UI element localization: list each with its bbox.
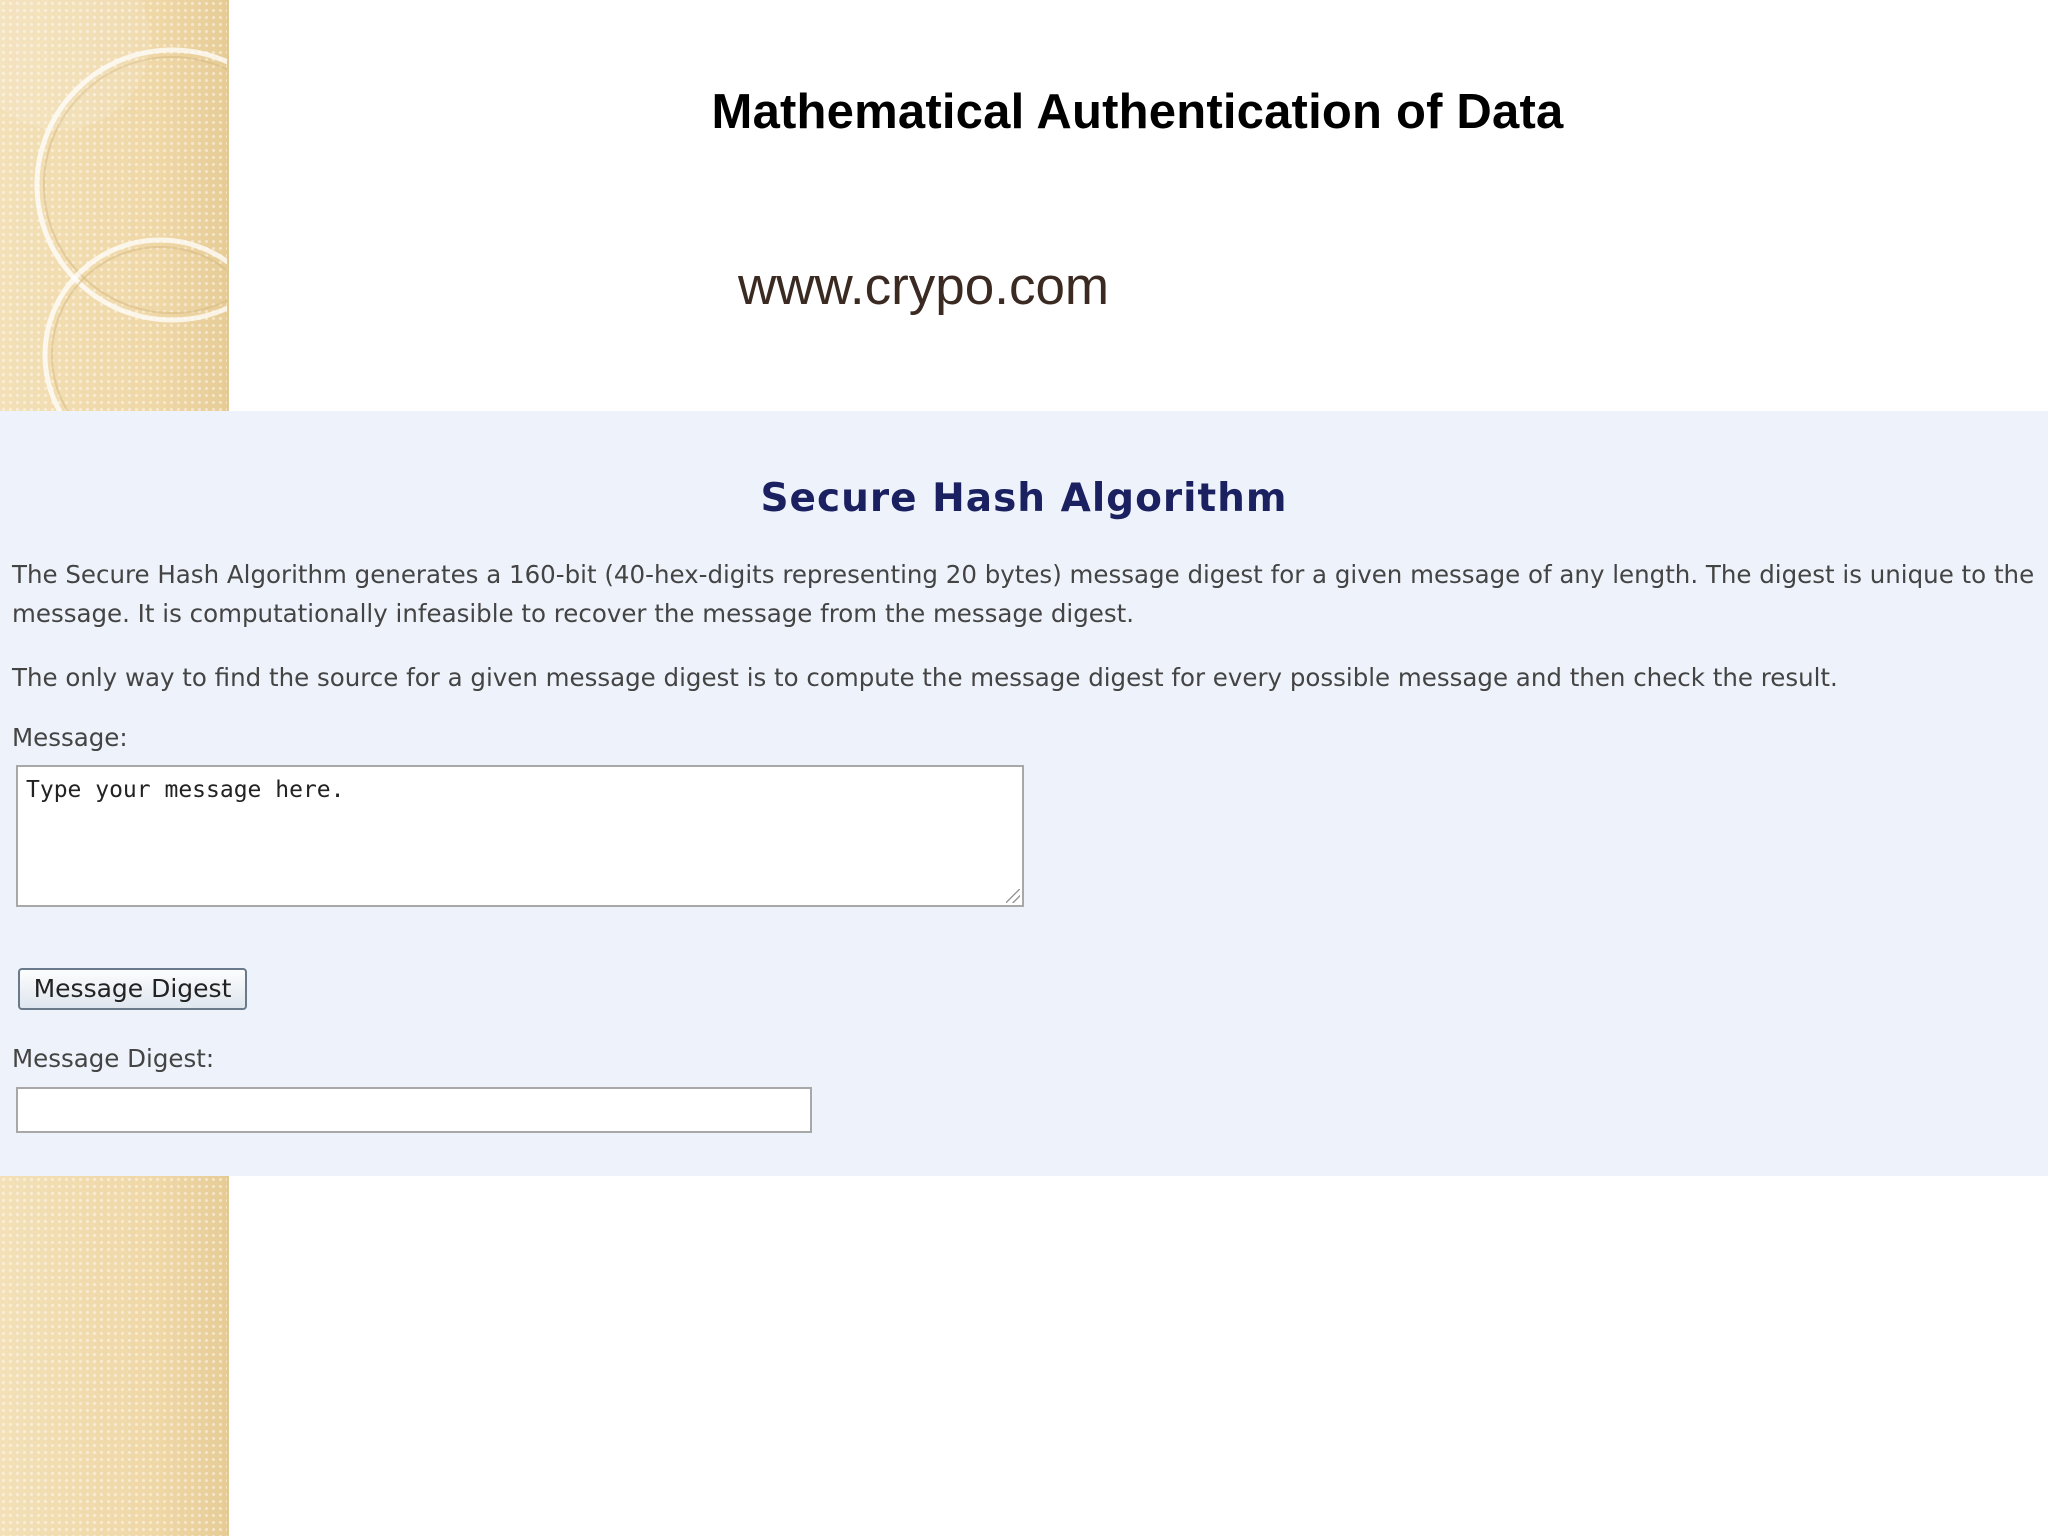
slide-title: Mathematical Authentication of Data	[711, 85, 1564, 139]
page-heading: Secure Hash Algorithm	[760, 476, 1288, 521]
message-label: Message:	[12, 723, 128, 752]
message-text: Type your message here.	[26, 777, 345, 803]
source-url: www.crypo.com	[738, 257, 1110, 316]
resize-grip-icon[interactable]	[1006, 889, 1020, 903]
digest-label: Message Digest:	[12, 1044, 215, 1073]
sha-web-page-screenshot: Secure Hash Algorithm The Secure Hash Al…	[0, 411, 2048, 1176]
digest-output-field[interactable]	[16, 1087, 812, 1133]
message-textarea[interactable]: Type your message here.	[16, 765, 1024, 907]
message-digest-button[interactable]: Message Digest	[18, 968, 247, 1010]
source-recovery-paragraph: The only way to find the source for a gi…	[12, 663, 1838, 692]
description-paragraph: The Secure Hash Algorithm generates a 16…	[12, 560, 2035, 628]
